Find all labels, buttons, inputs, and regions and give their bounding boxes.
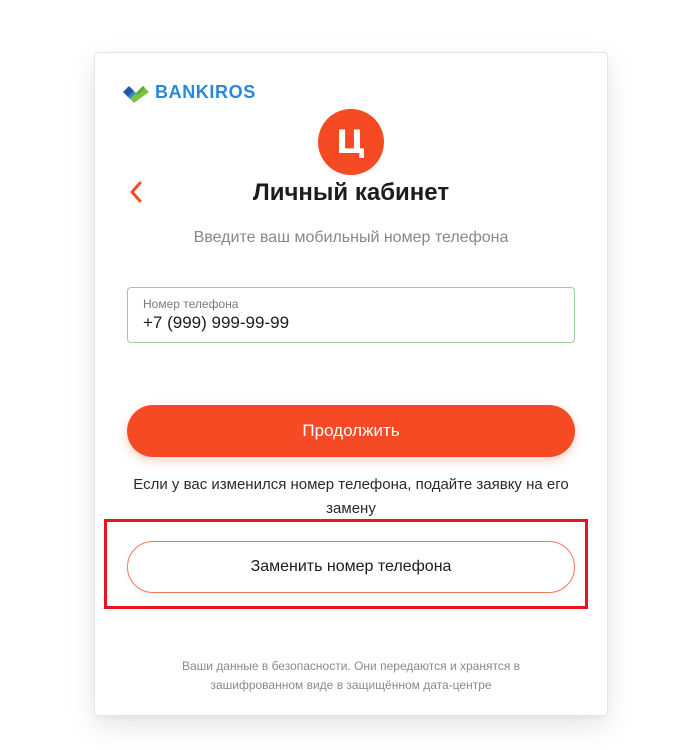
bankiros-logo[interactable]: BANKIROS [123, 81, 256, 103]
page-subtitle: Введите ваш мобильный номер телефона [193, 229, 509, 246]
phone-input[interactable] [143, 313, 559, 333]
logo-text: BANKIROS [155, 81, 256, 102]
phone-change-info: Если у вас изменился номер телефона, под… [133, 476, 569, 517]
replace-phone-button[interactable]: Заменить номер телефона [127, 541, 575, 593]
security-note: Ваши данные в безопасности. Они передают… [181, 659, 521, 692]
brand-letter: Ц [336, 123, 366, 161]
page-title: Личный кабинет [252, 179, 450, 206]
continue-button[interactable]: Продолжить [127, 405, 575, 457]
phone-field[interactable]: Номер телефона [127, 287, 575, 343]
login-card: BANKIROS Ц Личный кабинет Введите ваш мо… [94, 52, 608, 716]
checkmark-logo-icon [123, 81, 149, 103]
phone-label: Номер телефона [143, 297, 239, 311]
brand-logo: Ц [318, 109, 384, 175]
